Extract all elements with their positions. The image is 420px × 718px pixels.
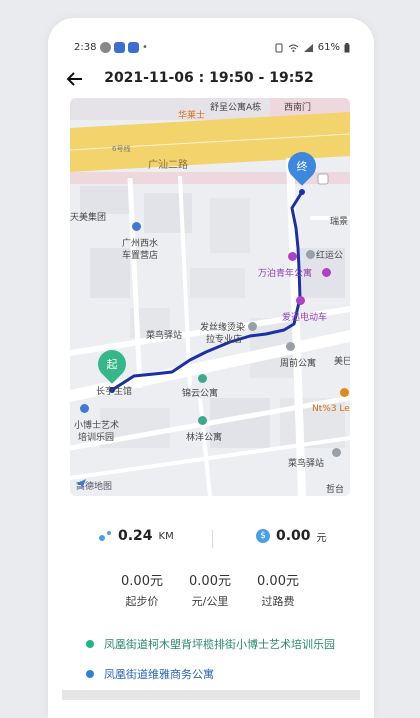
map-label: 红运公 bbox=[316, 251, 344, 261]
map-label: 万泊青年公寓 bbox=[258, 269, 313, 279]
cost-value: 0.00 bbox=[276, 528, 311, 544]
app-notification-icon-2 bbox=[128, 42, 139, 53]
end-dot-icon bbox=[86, 670, 94, 678]
poi-marker bbox=[288, 252, 297, 261]
map-label: 哲台 bbox=[326, 485, 345, 495]
notification-icon bbox=[100, 42, 111, 53]
wifi-icon bbox=[288, 44, 299, 52]
poi-marker bbox=[132, 222, 141, 231]
start-pin-label: 起 bbox=[106, 358, 118, 371]
status-notification-icons: • bbox=[100, 42, 148, 53]
end-point bbox=[299, 189, 305, 195]
start-address-row: 凤凰街道柯木塱背坪榄排街小博士艺术培训乐园 bbox=[86, 636, 335, 652]
poi-marker bbox=[80, 404, 89, 413]
map-label: 6号线 bbox=[112, 145, 131, 153]
poi-marker bbox=[248, 322, 257, 331]
cost-unit: 元 bbox=[316, 532, 327, 544]
map-label: 林洋公寓 bbox=[186, 433, 223, 443]
map-label: 华莱士 bbox=[178, 111, 206, 121]
fare-breakdown: 0.00元 起步价 0.00元 元/公里 0.00元 过路费 bbox=[112, 570, 312, 610]
amap-logo-icon bbox=[76, 479, 86, 489]
end-address-row: 凤凰街道维雅商务公寓 bbox=[86, 666, 214, 682]
battery-icon bbox=[344, 42, 350, 52]
toll-label: 过路费 bbox=[261, 595, 295, 608]
map-label: 舒呈公寓A栋 bbox=[210, 103, 262, 113]
end-address: 凤凰街道维雅商务公寓 bbox=[104, 668, 214, 681]
route-map[interactable]: 起 终 华莱士 舒呈公寓A栋 西南门 广汕二路 6号线 天美集团 广州西水 车置… bbox=[70, 98, 350, 496]
base-fare-label: 起步价 bbox=[125, 595, 159, 608]
poi-marker bbox=[286, 342, 295, 351]
poi-marker bbox=[340, 388, 349, 397]
status-bar: 2:38 • 61% bbox=[74, 42, 350, 58]
poi-marker bbox=[306, 250, 315, 259]
map-label: 天美集团 bbox=[70, 213, 107, 223]
distance-stat: 0.24 KM bbox=[98, 528, 174, 544]
poi-marker bbox=[198, 374, 207, 383]
poi-marker bbox=[198, 416, 207, 425]
per-km-value: 0.00元 bbox=[189, 574, 231, 589]
map-label: 培训乐园 bbox=[78, 433, 115, 443]
toll-fare: 0.00元 过路费 bbox=[248, 570, 308, 609]
map-label: 爱迅电动车 bbox=[282, 313, 328, 323]
poi-marker bbox=[296, 296, 305, 305]
poi-marker bbox=[322, 268, 331, 277]
map-label: 车置营店 bbox=[122, 251, 159, 261]
app-notification-icon bbox=[114, 42, 125, 53]
map-label: 周前公寓 bbox=[280, 359, 317, 369]
coin-icon: $ bbox=[256, 529, 270, 543]
map-label: 锦云公寓 bbox=[182, 389, 219, 399]
back-arrow-icon[interactable] bbox=[66, 66, 84, 94]
map-label: 西南门 bbox=[284, 103, 312, 113]
bottom-bar bbox=[62, 690, 360, 700]
cost-stat: $ 0.00 元 bbox=[256, 528, 327, 544]
vibrate-icon bbox=[275, 43, 283, 52]
map-label: 菜鸟驿站 bbox=[288, 459, 325, 469]
stats-divider bbox=[212, 530, 213, 548]
per-km-label: 元/公里 bbox=[191, 595, 229, 608]
trip-time-title: 2021-11-06 : 19:50 - 19:52 bbox=[104, 70, 314, 86]
toll-value: 0.00元 bbox=[257, 574, 299, 589]
map-road-label: 广汕二路 bbox=[148, 160, 188, 171]
start-dot-icon bbox=[86, 640, 94, 648]
base-fare-value: 0.00元 bbox=[121, 574, 163, 589]
map-label: 长亨生馆 bbox=[96, 387, 133, 397]
distance-icon bbox=[99, 531, 111, 541]
signal-icon bbox=[303, 43, 313, 52]
map-label: Nt%3 Le bbox=[312, 404, 350, 414]
per-km-fare: 0.00元 元/公里 bbox=[180, 570, 240, 609]
trip-summary: 0.24 KM $ 0.00 元 bbox=[70, 520, 350, 556]
map-label: 拉专业店 bbox=[206, 335, 243, 345]
status-right: 61% bbox=[274, 42, 350, 53]
end-pin-label: 终 bbox=[296, 160, 308, 173]
header: 2021-11-06 : 19:50 - 19:52 bbox=[62, 66, 360, 94]
map-label: 瑞景 bbox=[330, 217, 349, 227]
distance-unit: KM bbox=[158, 530, 174, 542]
distance-value: 0.24 bbox=[118, 528, 153, 544]
map-watermark: 高德地图 bbox=[76, 479, 112, 492]
status-time: 2:38 bbox=[74, 42, 97, 53]
poi-marker bbox=[332, 448, 341, 457]
battery-percent: 61% bbox=[317, 42, 340, 53]
map-label: 菜鸟驿站 bbox=[146, 331, 183, 341]
more-dot-icon: • bbox=[142, 42, 148, 53]
start-address: 凤凰街道柯木塱背坪榄排街小博士艺术培训乐园 bbox=[104, 638, 335, 651]
map-label: 美巳 bbox=[334, 357, 350, 367]
base-fare: 0.00元 起步价 bbox=[112, 570, 172, 609]
